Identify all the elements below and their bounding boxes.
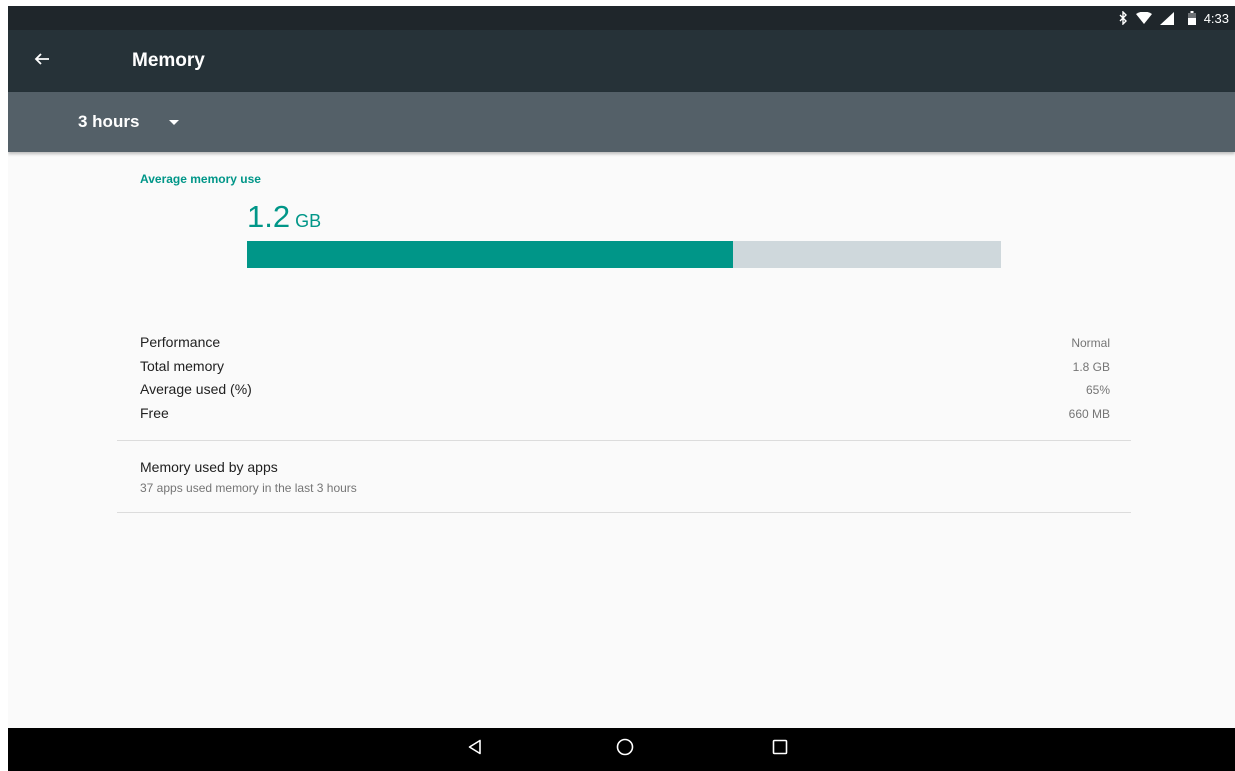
stat-label: Performance bbox=[140, 334, 221, 350]
average-memory-unit: GB bbox=[295, 211, 322, 231]
stat-value: 1.8 GB bbox=[1072, 359, 1110, 374]
nav-recents-button[interactable] bbox=[750, 728, 810, 771]
bluetooth-icon bbox=[1118, 11, 1128, 25]
stat-value: 65% bbox=[1085, 383, 1110, 397]
nav-home-button[interactable] bbox=[595, 728, 655, 771]
back-button[interactable] bbox=[22, 41, 62, 81]
screen: 4:33 Memory 3 hours Average memory use 1… bbox=[8, 6, 1235, 771]
stat-row-total-memory: Total memory 1.8 GB bbox=[140, 356, 1110, 380]
divider bbox=[117, 512, 1131, 513]
stat-row-free: Free 660 MB bbox=[140, 403, 1110, 427]
dropdown-arrow-icon bbox=[169, 113, 180, 131]
navigation-bar bbox=[8, 728, 1235, 771]
stat-label: Average used (%) bbox=[140, 381, 252, 397]
memory-used-by-apps-item[interactable]: Memory used by apps 37 apps used memory … bbox=[117, 443, 1131, 511]
nav-back-button[interactable] bbox=[445, 728, 505, 771]
home-circle-icon bbox=[616, 738, 634, 761]
app-bar: Memory bbox=[8, 30, 1235, 92]
stat-row-average-used: Average used (%) 65% bbox=[140, 379, 1110, 403]
average-memory-title: Average memory use bbox=[140, 172, 261, 186]
battery-icon bbox=[1187, 11, 1196, 25]
stat-label: Free bbox=[140, 404, 169, 421]
stat-value: 660 MB bbox=[1068, 406, 1110, 421]
stat-row-performance: Performance Normal bbox=[140, 332, 1110, 356]
memory-usage-bar bbox=[247, 241, 1001, 268]
signal-icon bbox=[1159, 11, 1174, 25]
arrow-back-icon bbox=[34, 51, 50, 72]
wifi-icon bbox=[1135, 11, 1152, 25]
status-bar: 4:33 bbox=[8, 6, 1235, 30]
apps-item-title: Memory used by apps bbox=[140, 459, 278, 475]
average-memory-value: 1.2 GB bbox=[247, 199, 321, 235]
page-title: Memory bbox=[132, 50, 205, 71]
back-triangle-icon bbox=[468, 739, 482, 760]
stat-label: Total memory bbox=[140, 357, 225, 374]
stat-value: Normal bbox=[1071, 336, 1110, 350]
filter-bar: 3 hours bbox=[8, 92, 1235, 152]
status-icons: 4:33 bbox=[1118, 6, 1229, 30]
divider bbox=[117, 440, 1131, 441]
memory-usage-fill bbox=[247, 241, 734, 268]
recents-square-icon bbox=[772, 739, 788, 760]
average-memory-number: 1.2 bbox=[247, 199, 291, 234]
memory-stats: Performance Normal Total memory 1.8 GB A… bbox=[140, 332, 1110, 426]
period-spinner-label: 3 hours bbox=[78, 112, 140, 131]
apps-item-subtitle: 37 apps used memory in the last 3 hours bbox=[140, 481, 357, 495]
status-time: 4:33 bbox=[1203, 10, 1229, 26]
period-spinner[interactable]: 3 hours bbox=[78, 104, 180, 140]
